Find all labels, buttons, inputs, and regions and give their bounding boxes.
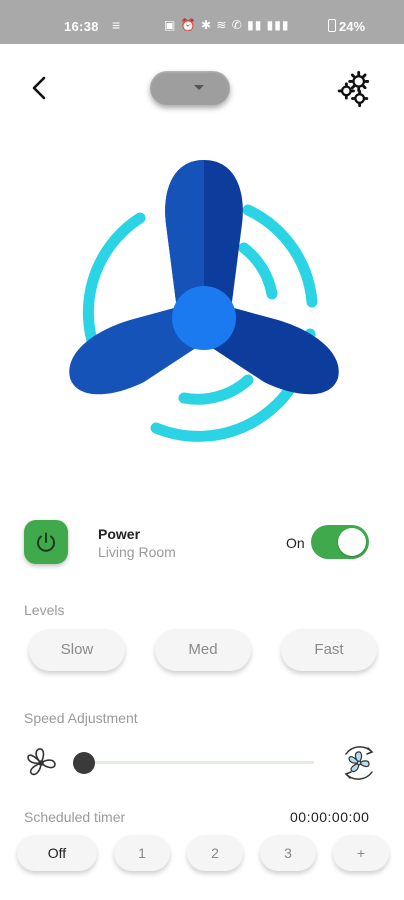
power-state-label: On (286, 535, 305, 551)
timer-off-button[interactable]: Off (17, 835, 97, 871)
level-slow-button[interactable]: Slow (29, 629, 125, 671)
speed-label: Speed Adjustment (24, 710, 138, 726)
status-icons: ▣ ⏰ ✱ ≋ ✆ ▮▮ ▮▮▮ (164, 18, 290, 32)
timer-label: Scheduled timer (24, 809, 126, 825)
levels-label: Levels (24, 602, 65, 618)
power-icon (37, 532, 55, 552)
timer-3-button[interactable]: 3 (260, 835, 316, 871)
battery-icon (328, 19, 336, 32)
notification-icon: ≡ (112, 17, 121, 33)
room-name: Living Room (98, 544, 176, 560)
fan-auto-icon[interactable] (338, 742, 380, 784)
speed-slider-track[interactable] (84, 761, 314, 764)
status-time: 16:38 (64, 19, 99, 34)
level-med-button[interactable]: Med (155, 629, 251, 671)
chevron-down-icon (194, 85, 204, 90)
timer-1-button[interactable]: 1 (114, 835, 170, 871)
speed-slider-thumb[interactable] (73, 752, 95, 774)
gears-icon[interactable] (334, 70, 372, 108)
fan-low-icon (27, 748, 56, 776)
fan-icon (69, 160, 339, 442)
timer-2-button[interactable]: 2 (187, 835, 243, 871)
status-bar: 16:38 ≡ ▣ ⏰ ✱ ≋ ✆ ▮▮ ▮▮▮ 24% (0, 0, 404, 44)
battery-level: 24% (339, 19, 366, 34)
timer-countdown: 00:00:00:00 (290, 809, 370, 825)
timer-add-button[interactable]: + (333, 835, 389, 871)
toggle-knob (338, 528, 366, 556)
power-button[interactable] (24, 520, 68, 564)
level-fast-button[interactable]: Fast (281, 629, 377, 671)
power-toggle[interactable] (311, 525, 369, 559)
device-select-dropdown[interactable] (150, 71, 230, 105)
back-chevron-icon[interactable] (26, 74, 54, 102)
power-title: Power (98, 526, 141, 542)
